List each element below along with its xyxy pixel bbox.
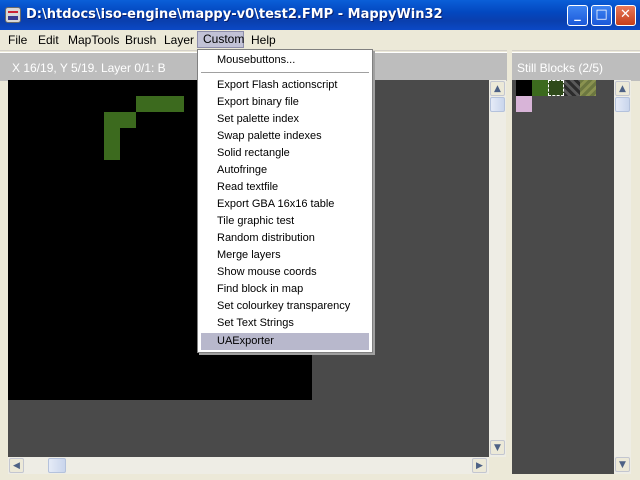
- map-horizontal-scrollbar[interactable]: ◀ ▶: [8, 457, 489, 474]
- menu-item-merge-layers[interactable]: Merge layers: [201, 247, 369, 264]
- menu-item-colourkey[interactable]: Set colourkey transparency: [201, 298, 369, 315]
- map-vertical-scrollbar[interactable]: ▲ ▼: [489, 80, 506, 457]
- menu-item-export-gba[interactable]: Export GBA 16x16 table: [201, 196, 369, 213]
- menu-item-show-mouse-coords[interactable]: Show mouse coords: [201, 264, 369, 281]
- menu-separator: [201, 72, 369, 73]
- menu-item-random-distribution[interactable]: Random distribution: [201, 230, 369, 247]
- vertical-scroll-thumb[interactable]: [490, 97, 505, 112]
- menu-item-export-flash[interactable]: Export Flash actionscript: [201, 77, 369, 94]
- menu-bar: File Edit MapTools Brush Layer Custom He…: [0, 30, 640, 51]
- blocks-palette[interactable]: [512, 80, 614, 474]
- map-tile[interactable]: [104, 128, 120, 160]
- close-button[interactable]: ✕: [615, 5, 636, 26]
- block-tile[interactable]: [516, 96, 532, 112]
- maximize-button[interactable]: □: [591, 5, 612, 26]
- map-tile[interactable]: [104, 112, 136, 128]
- menu-item-read-textfile[interactable]: Read textfile: [201, 179, 369, 196]
- minimize-button[interactable]: _: [567, 5, 588, 26]
- blocks-header-text: Still Blocks (2/5): [517, 61, 604, 75]
- menu-item-set-palette-index[interactable]: Set palette index: [201, 111, 369, 128]
- scroll-right-arrow-icon[interactable]: ▶: [472, 458, 487, 473]
- menu-item-mousebuttons[interactable]: Mousebuttons...: [201, 52, 369, 69]
- scroll-left-arrow-icon[interactable]: ◀: [9, 458, 24, 473]
- menu-item-swap-palette[interactable]: Swap palette indexes: [201, 128, 369, 145]
- menu-brush[interactable]: Brush: [125, 33, 156, 49]
- mappy-app-icon[interactable]: [5, 7, 21, 23]
- menu-file[interactable]: File: [8, 33, 27, 49]
- block-tile-selected[interactable]: [548, 80, 564, 96]
- vertical-scroll-thumb[interactable]: [615, 97, 630, 112]
- menu-item-solid-rectangle[interactable]: Solid rectangle: [201, 145, 369, 162]
- menu-item-tile-graphic-test[interactable]: Tile graphic test: [201, 213, 369, 230]
- scroll-up-arrow-icon[interactable]: ▲: [615, 81, 630, 96]
- block-tile[interactable]: [532, 80, 548, 96]
- menu-item-find-block[interactable]: Find block in map: [201, 281, 369, 298]
- map-status-text: X 16/19, Y 5/19. Layer 0/1: B: [12, 61, 166, 75]
- menu-layer[interactable]: Layer: [164, 33, 194, 49]
- block-tile[interactable]: [564, 80, 580, 96]
- menu-maptools[interactable]: MapTools: [68, 33, 119, 49]
- horizontal-scroll-thumb[interactable]: [48, 458, 66, 473]
- menu-edit[interactable]: Edit: [38, 33, 59, 49]
- title-bar[interactable]: D:\htdocs\iso-engine\mappy-v0\test2.FMP …: [0, 0, 640, 30]
- scroll-down-arrow-icon[interactable]: ▼: [490, 440, 505, 455]
- map-tile[interactable]: [136, 96, 184, 112]
- blocks-header: Still Blocks (2/5): [512, 52, 640, 81]
- window-title: D:\htdocs\iso-engine\mappy-v0\test2.FMP …: [26, 7, 443, 22]
- blocks-vertical-scrollbar[interactable]: ▲ ▼: [614, 80, 631, 474]
- scroll-up-arrow-icon[interactable]: ▲: [490, 81, 505, 96]
- scroll-down-arrow-icon[interactable]: ▼: [615, 457, 630, 472]
- scrollbar-corner: [489, 457, 506, 474]
- menu-item-export-binary[interactable]: Export binary file: [201, 94, 369, 111]
- custom-menu-dropdown: Mousebuttons... Export Flash actionscrip…: [197, 49, 373, 353]
- block-tile[interactable]: [516, 80, 532, 96]
- menu-custom[interactable]: Custom: [197, 31, 244, 48]
- menu-item-uaexporter[interactable]: UAExporter: [201, 333, 369, 350]
- menu-item-set-text-strings[interactable]: Set Text Strings: [201, 315, 369, 332]
- menu-item-autofringe[interactable]: Autofringe: [201, 162, 369, 179]
- menu-help[interactable]: Help: [251, 33, 276, 49]
- block-tile[interactable]: [580, 80, 596, 96]
